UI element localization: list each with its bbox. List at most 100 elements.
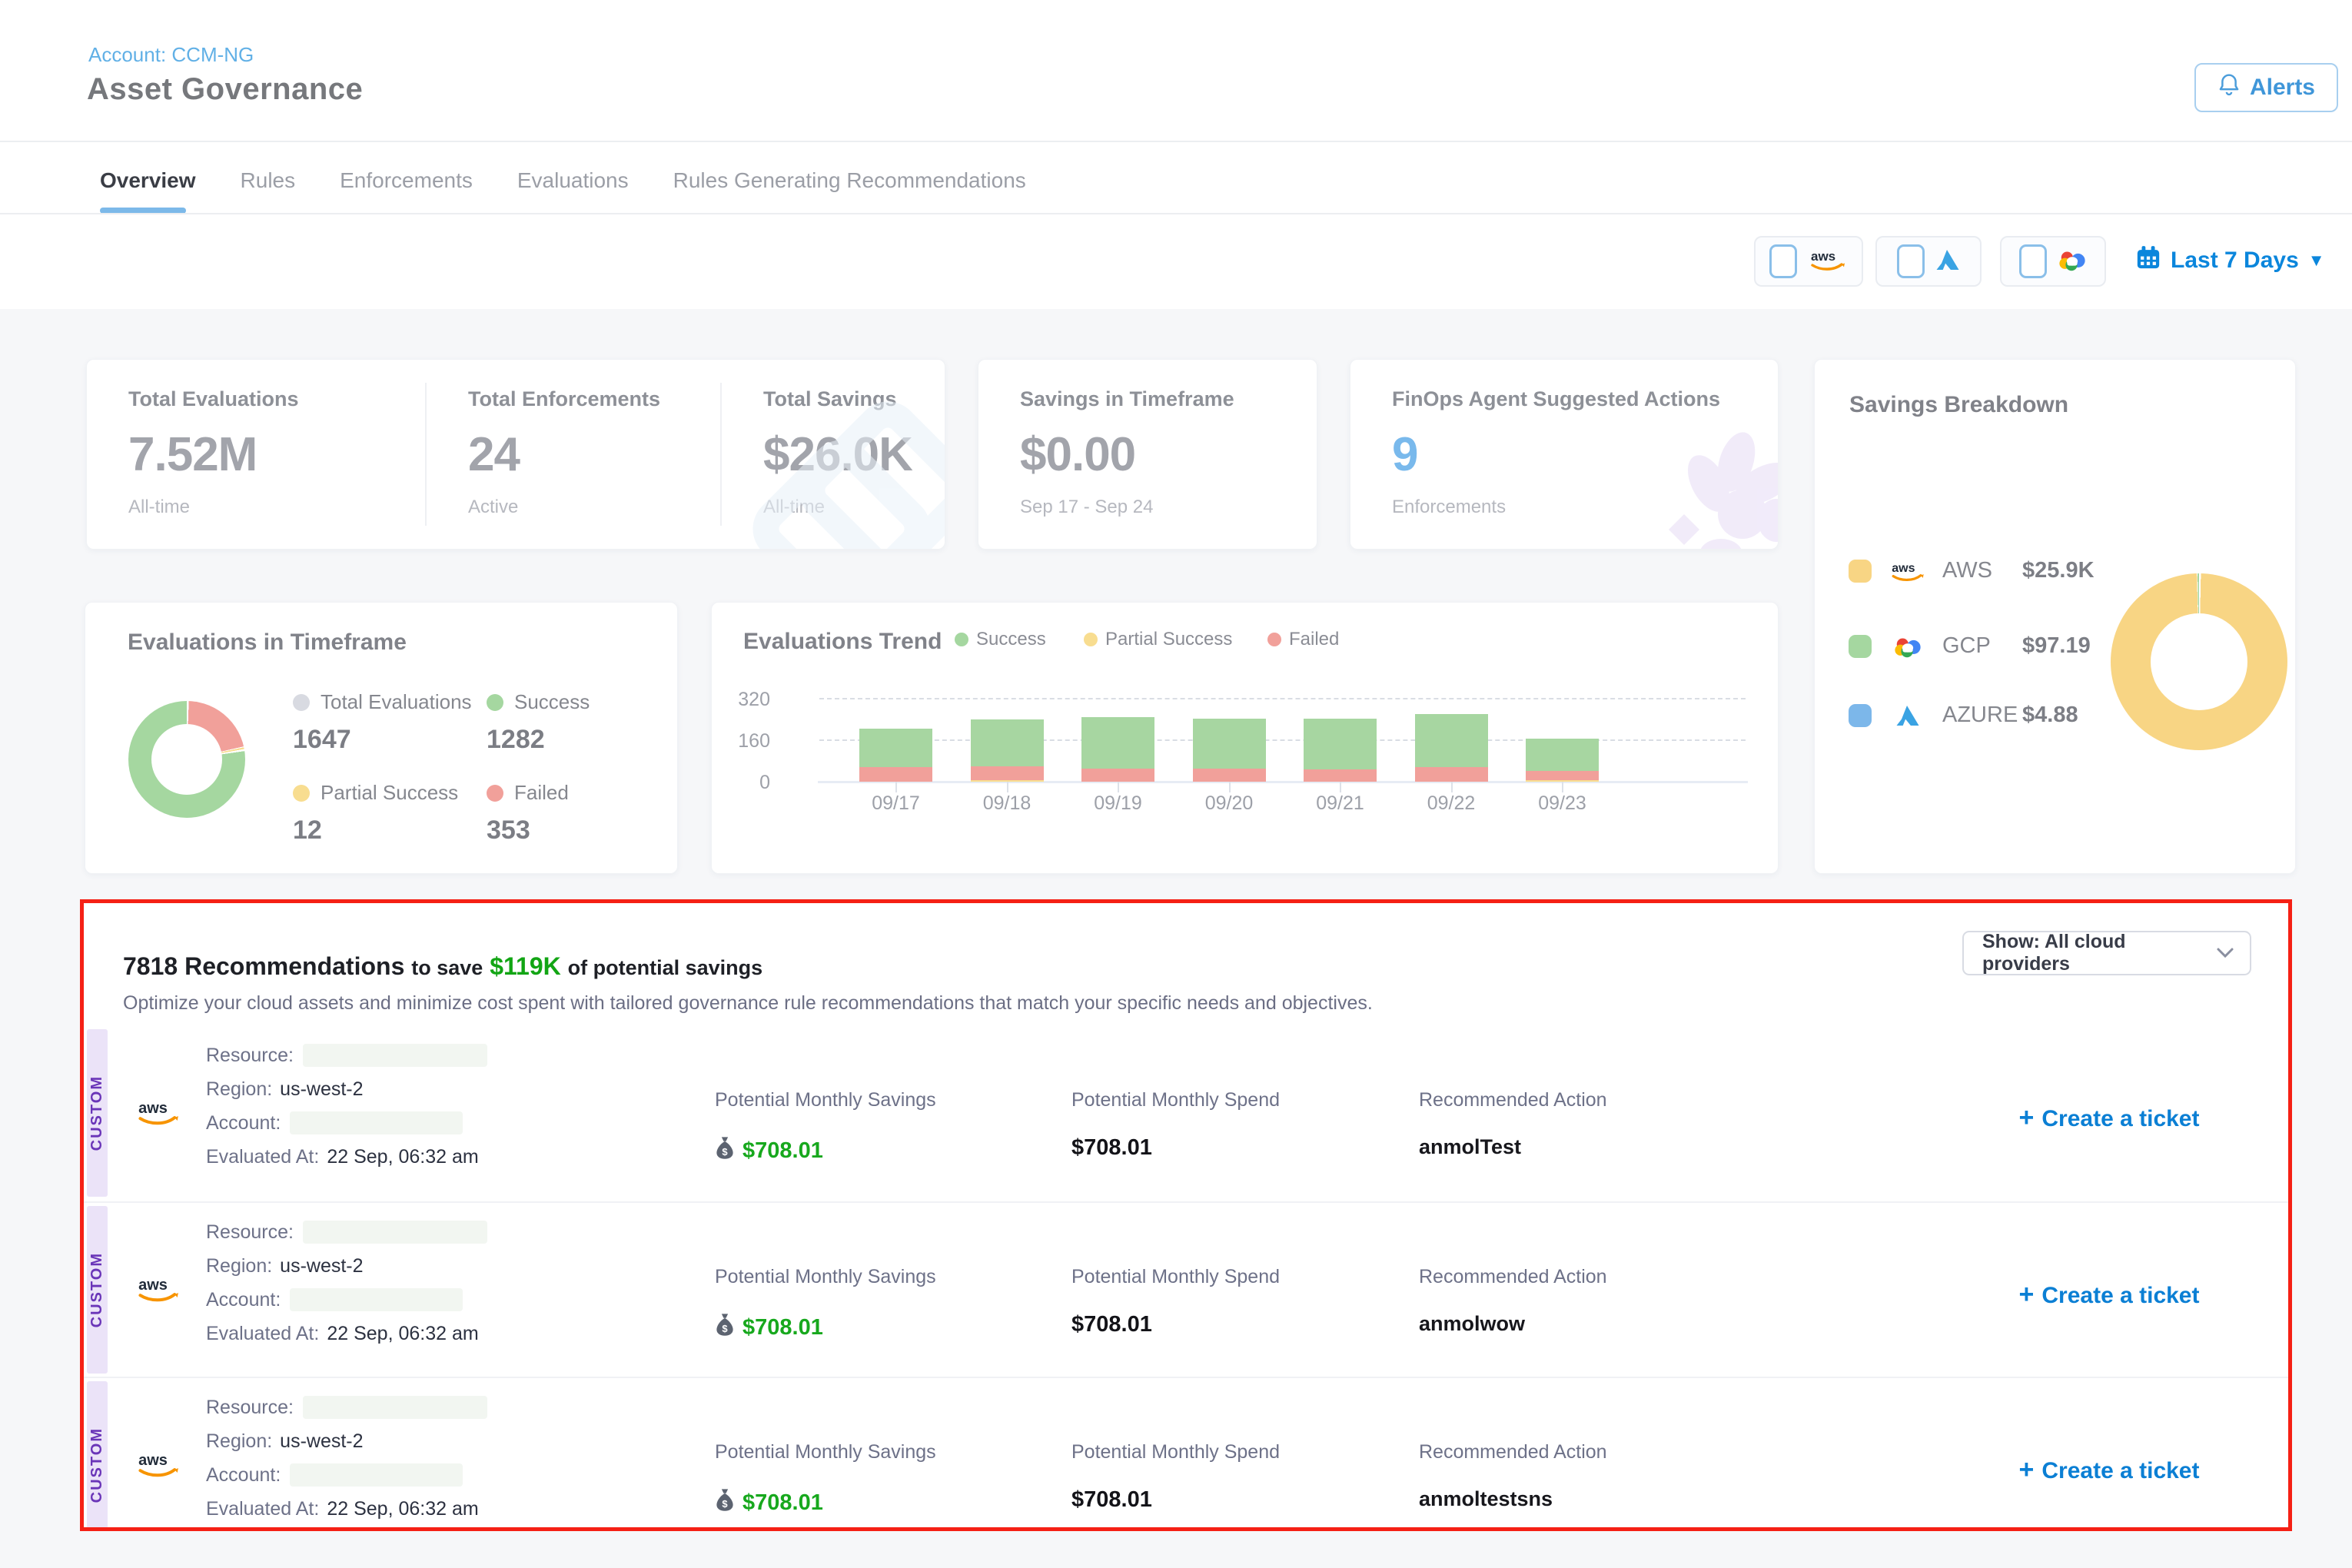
recommendation-row[interactable]: CUSTOM aws Resource: Region:us-west-2 Ac… [84, 1026, 2288, 1200]
bar-segment [1526, 771, 1599, 780]
success-dot [487, 694, 503, 711]
aws-checkbox[interactable] [1769, 244, 1797, 278]
savings-column-label: Potential Monthly Savings [715, 1441, 936, 1463]
x-axis-tick [1451, 782, 1453, 792]
savings-watermark-icon [762, 418, 931, 550]
bar-segment [859, 767, 932, 782]
x-axis-tick [1562, 782, 1563, 792]
custom-rule-tag: CUSTOM [87, 1029, 108, 1197]
stats-summary-card: Total Evaluations 7.52M All-time Total E… [86, 359, 945, 550]
action-column-label: Recommended Action [1419, 1441, 1607, 1463]
recommendation-row[interactable]: CUSTOM aws Resource: Region:us-west-2 Ac… [84, 1201, 2288, 1377]
gridline [819, 698, 1746, 699]
svg-text:aws: aws [138, 1100, 168, 1117]
evaluations-timeframe-title: Evaluations in Timeframe [128, 630, 407, 656]
create-ticket-button[interactable]: +Create a ticket [1944, 1455, 2274, 1485]
tab-enforcements[interactable]: Enforcements [340, 168, 473, 193]
redacted-resource-value [303, 1396, 487, 1419]
tab-overview[interactable]: Overview [100, 168, 196, 193]
provider-filter-aws[interactable]: aws [1754, 236, 1863, 287]
redacted-resource-value [303, 1044, 487, 1067]
bar-segment [1193, 769, 1266, 782]
alerts-button[interactable]: Alerts [2194, 63, 2338, 112]
azure-color-swatch [1849, 704, 1872, 727]
cloud-provider-filter-dropdown[interactable]: Show: All cloud providers [1962, 931, 2251, 975]
trend-bar [1193, 719, 1266, 782]
monthly-spend-value: $708.01 [1071, 1135, 1152, 1161]
monthly-savings-value: $ $708.01 [715, 1135, 823, 1166]
date-range-picker[interactable]: Last 7 Days ▼ [2135, 244, 2325, 277]
tabbar-divider [0, 213, 2352, 214]
legend-partial-success: Partial Success 12 [293, 781, 458, 845]
azure-logo-icon [1884, 704, 1932, 727]
tab-evaluations[interactable]: Evaluations [517, 168, 629, 193]
custom-rule-tag: CUSTOM [87, 1381, 108, 1527]
x-axis-tick [1340, 782, 1341, 792]
plus-icon: + [2019, 1280, 2035, 1309]
azure-checkbox[interactable] [1897, 244, 1925, 278]
y-axis-tick: 160 [712, 730, 770, 752]
trend-x-label: 09/22 [1415, 792, 1488, 815]
savings-column-label: Potential Monthly Savings [715, 1089, 936, 1111]
plus-icon: + [2019, 1103, 2035, 1132]
stat-savings-in-timeframe: Savings in Timeframe $0.00 Sep 17 - Sep … [978, 360, 1317, 549]
monthly-savings-value: $ $708.01 [715, 1312, 823, 1343]
calendar-icon [2135, 244, 2161, 277]
account-breadcrumb[interactable]: Account: CCM-NG [88, 43, 254, 67]
recommendation-row[interactable]: CUSTOM aws Resource: Region:us-west-2 Ac… [84, 1377, 2288, 1527]
bar-segment [971, 719, 1044, 766]
recommended-action-value: anmolwow [1419, 1312, 1525, 1336]
total-evaluations-dot [293, 694, 310, 711]
redacted-account-value [290, 1463, 463, 1487]
bar-segment [1526, 739, 1599, 771]
trend-bar [1526, 739, 1599, 782]
money-bag-icon: $ [715, 1312, 735, 1343]
bar-segment [971, 766, 1044, 780]
savings-legend-gcp: GCP $97.19 [1849, 633, 2091, 659]
trend-bar [1081, 717, 1154, 782]
finops-agent-card: FinOps Agent Suggested Actions 9 Enforce… [1350, 359, 1779, 550]
create-ticket-button[interactable]: +Create a ticket [1944, 1280, 2274, 1310]
savings-legend-aws: aws AWS $25.9K [1849, 558, 2095, 583]
x-axis-tick [1007, 782, 1008, 792]
header-divider [0, 141, 2352, 142]
redacted-account-value [290, 1111, 463, 1134]
evaluations-donut [128, 701, 245, 818]
redacted-resource-value [303, 1221, 487, 1244]
page-title: Asset Governance [87, 72, 363, 107]
failed-dot [487, 785, 503, 802]
create-ticket-button[interactable]: +Create a ticket [1944, 1103, 2274, 1133]
money-bag-icon: $ [715, 1135, 735, 1166]
bar-segment [1081, 769, 1154, 782]
bar-segment [859, 729, 932, 768]
redacted-account-value [290, 1288, 463, 1311]
recommendations-title: 7818 Recommendations to save $119K of po… [123, 952, 762, 981]
tab-rules[interactable]: Rules [241, 168, 296, 193]
recommended-action-value: anmolTest [1419, 1135, 1521, 1159]
plus-icon: + [2019, 1455, 2035, 1484]
tab-rules-generating-recommendations[interactable]: Rules Generating Recommendations [673, 168, 1026, 193]
gcp-color-swatch [1849, 635, 1872, 658]
bar-segment [1415, 714, 1488, 768]
provider-filter-azure[interactable] [1875, 236, 1982, 287]
savings-column-label: Potential Monthly Savings [715, 1266, 936, 1288]
provider-filter-gcp[interactable] [2000, 236, 2106, 287]
trend-bar [859, 729, 932, 782]
trend-x-label: 09/19 [1081, 792, 1154, 815]
x-axis-tick [1229, 782, 1231, 792]
svg-text:$: $ [722, 1498, 728, 1510]
savings-in-timeframe-card: Savings in Timeframe $0.00 Sep 17 - Sep … [978, 359, 1317, 550]
aws-logo-icon: aws [135, 1449, 182, 1483]
bar-segment [1081, 717, 1154, 769]
trend-bar [1304, 719, 1377, 782]
trend-x-label: 09/21 [1304, 792, 1377, 815]
evaluations-timeframe-card: Evaluations in Timeframe Total Evaluatio… [85, 602, 678, 874]
trend-bar [971, 719, 1044, 782]
legend-failed: Failed 353 [487, 781, 569, 845]
resource-details: Resource: Region:us-west-2 Account: Eval… [206, 1038, 487, 1174]
bar-segment [1304, 719, 1377, 769]
x-axis-tick [1118, 782, 1119, 792]
action-column-label: Recommended Action [1419, 1089, 1607, 1111]
svg-text:$: $ [722, 1323, 728, 1334]
gcp-checkbox[interactable] [2019, 244, 2047, 278]
